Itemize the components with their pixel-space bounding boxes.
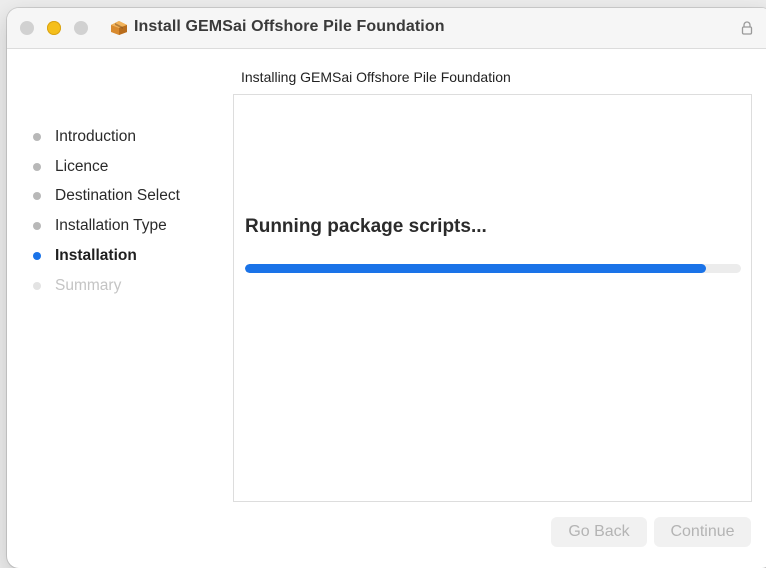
continue-button[interactable]: Continue [654, 517, 751, 547]
window-title: Install GEMSai Offshore Pile Foundation [134, 18, 445, 35]
status-text: Running package scripts... [245, 216, 487, 237]
lock-icon [741, 21, 753, 35]
step-label: Introduction [55, 127, 136, 145]
step-label: Licence [55, 157, 109, 175]
step-indicator [33, 192, 41, 201]
zoom-window-button[interactable] [74, 21, 88, 35]
step-installation-type: Installation Type [33, 211, 180, 241]
progress-bar [245, 264, 741, 273]
installer-heading: Installing GEMSai Offshore Pile Foundati… [241, 69, 511, 85]
step-destination-select: Destination Select [33, 182, 180, 212]
step-label: Installation [55, 247, 137, 265]
step-indicator [33, 252, 41, 261]
step-indicator [33, 162, 41, 171]
close-window-button[interactable] [20, 21, 34, 35]
go-back-button[interactable]: Go Back [551, 517, 647, 547]
minimize-window-button[interactable] [47, 21, 61, 35]
step-introduction: Introduction [33, 122, 180, 152]
installer-window: Install GEMSai Offshore Pile Foundation … [7, 8, 766, 568]
step-licence: Licence [33, 152, 180, 182]
step-label: Installation Type [55, 217, 167, 235]
title-bar: Install GEMSai Offshore Pile Foundation [7, 8, 766, 49]
content-panel: Running package scripts... [233, 94, 752, 502]
installer-steps: Introduction Licence Destination Select … [33, 122, 180, 301]
progress-fill [245, 264, 707, 273]
step-indicator [33, 281, 41, 290]
package-box-icon [110, 20, 128, 36]
step-summary: Summary [33, 271, 180, 301]
step-indicator [33, 132, 41, 141]
step-indicator [33, 222, 41, 231]
step-installation: Installation [33, 241, 180, 271]
step-label: Summary [55, 276, 122, 294]
step-label: Destination Select [55, 187, 180, 205]
